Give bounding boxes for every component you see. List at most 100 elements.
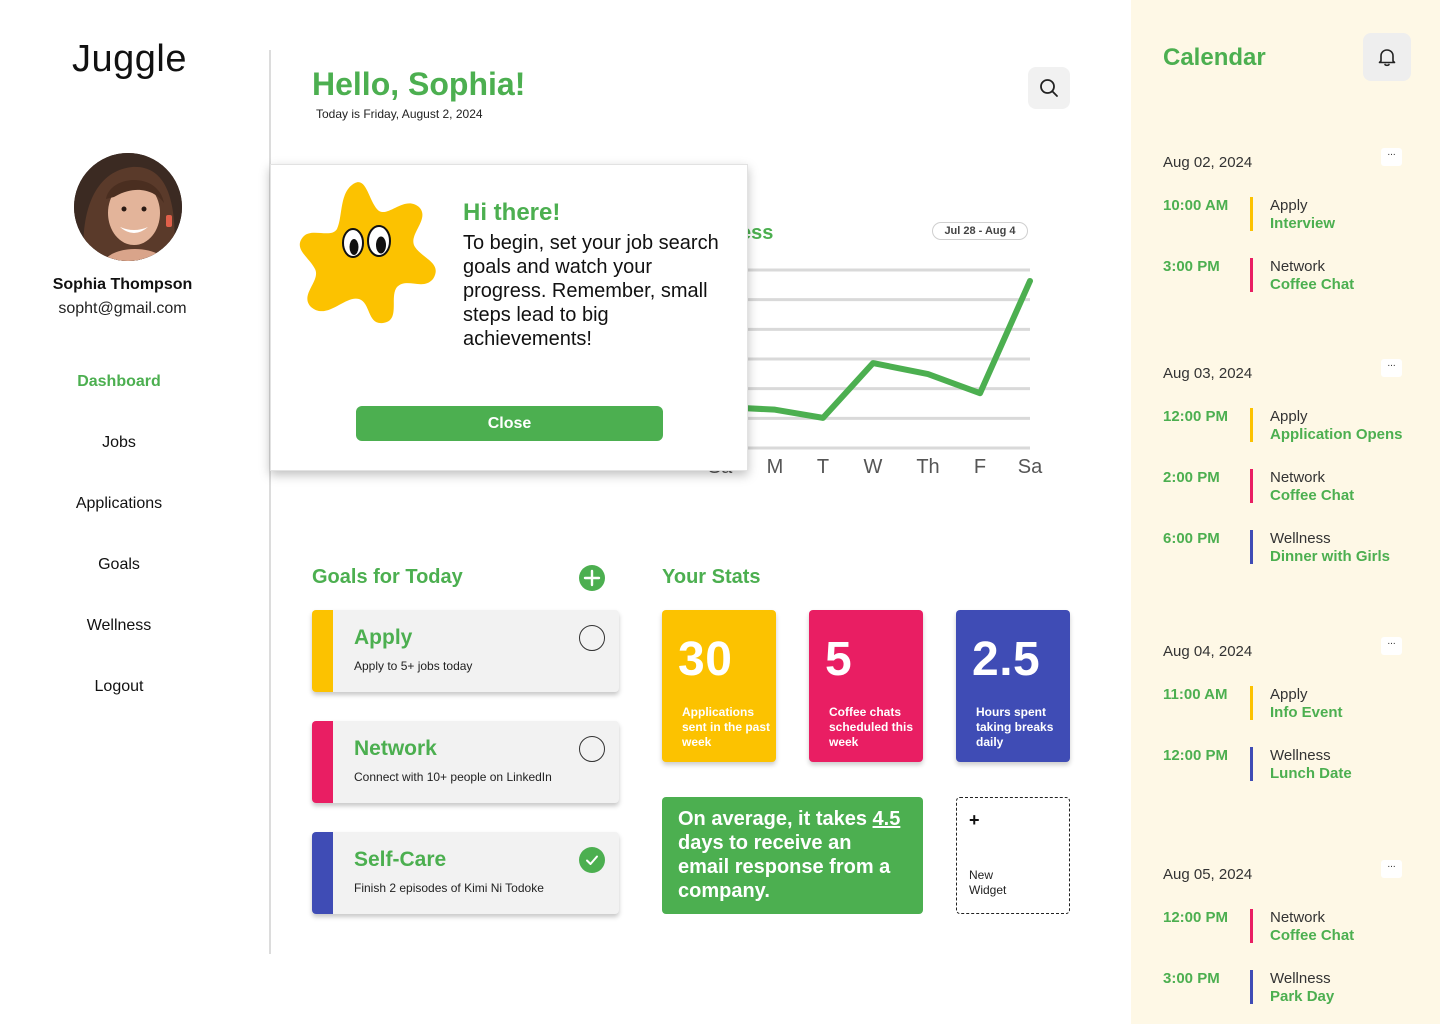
calendar-title: Calendar <box>1163 44 1266 71</box>
add-goal-button[interactable] <box>579 565 605 591</box>
goal-color-bar <box>312 721 333 803</box>
sidebar-item-jobs[interactable]: Jobs <box>0 433 238 494</box>
event-title: Application Opens <box>1270 426 1403 443</box>
new-widget-label: New Widget <box>969 868 1007 897</box>
event-category: Apply <box>1270 408 1308 425</box>
event-category-bar <box>1250 747 1253 781</box>
calendar-panel: Calendar Aug 02, 2024... 10:00 AM Apply Int… <box>1131 0 1440 1024</box>
goal-card-self-care[interactable]: Self-Care Finish 2 episodes of Kimi Ni T… <box>312 832 619 914</box>
sidebar-nav: Dashboard Jobs Applications Goals Wellne… <box>0 372 238 738</box>
chart-x-tick-label: M <box>767 456 784 478</box>
stat-value: 30 <box>678 633 733 686</box>
event-category: Apply <box>1270 686 1308 703</box>
event-category-bar <box>1250 408 1253 442</box>
day-more-button[interactable]: ... <box>1381 148 1402 166</box>
goal-checkbox-checked[interactable] <box>579 847 605 873</box>
event-category: Wellness <box>1270 747 1331 764</box>
event-category-bar <box>1250 686 1253 720</box>
event-title: Coffee Chat <box>1270 276 1355 293</box>
app-logo[interactable]: Juggle <box>72 38 187 81</box>
goal-card-network[interactable]: Network Connect with 10+ people on Linke… <box>312 721 619 803</box>
event-category-bar <box>1250 970 1253 1004</box>
modal-body: To begin, set your job search goals and … <box>463 232 719 350</box>
day-more-button[interactable]: ... <box>1381 860 1402 878</box>
goal-checkbox[interactable] <box>579 625 605 651</box>
calendar-event[interactable]: 12:00 PM Apply Application Opens <box>1163 408 1433 448</box>
calendar-event[interactable]: 12:00 PM Wellness Lunch Date <box>1163 747 1433 787</box>
stat-card-applications[interactable]: 30 Applications sent in the past week <box>662 610 776 762</box>
sidebar-item-goals[interactable]: Goals <box>0 555 238 616</box>
event-title: Coffee Chat <box>1270 927 1355 944</box>
event-time: 11:00 AM <box>1163 686 1228 703</box>
calendar-event[interactable]: 11:00 AM Apply Info Event <box>1163 686 1433 726</box>
modal-title: Hi there! <box>463 199 561 226</box>
avg-days-value: 4.5 <box>872 808 901 830</box>
check-icon <box>586 855 598 865</box>
date-range-badge[interactable]: Jul 28 - Aug 4 <box>932 222 1028 240</box>
calendar-event[interactable]: 12:00 PM Network Coffee Chat <box>1163 909 1433 949</box>
plus-icon: + <box>969 810 980 830</box>
calendar-day-date: Aug 05, 2024 <box>1163 866 1253 883</box>
goal-description: Finish 2 episodes of Kimi Ni Todoke <box>354 881 544 895</box>
search-icon <box>1040 79 1058 97</box>
user-name: Sophia Thompson <box>52 276 193 293</box>
calendar-event[interactable]: 2:00 PM Network Coffee Chat <box>1163 469 1433 509</box>
date-line: Today is Friday, August 2, 2024 <box>316 107 483 121</box>
bell-icon <box>1378 49 1396 67</box>
event-category: Apply <box>1270 197 1308 214</box>
event-category-bar <box>1250 530 1253 564</box>
day-more-button[interactable]: ... <box>1381 637 1402 655</box>
sidebar-item-dashboard[interactable]: Dashboard <box>0 372 238 433</box>
goal-card-apply[interactable]: Apply Apply to 5+ jobs today <box>312 610 619 692</box>
close-button[interactable]: Close <box>356 406 663 441</box>
goal-title: Apply <box>354 626 413 649</box>
calendar-event[interactable]: 6:00 PM Wellness Dinner with Girls <box>1163 530 1433 570</box>
calendar-event[interactable]: 3:00 PM Wellness Park Day <box>1163 970 1433 1010</box>
app-root: Juggle Sophia Thompson sopht@gmail.com D… <box>0 0 1440 1024</box>
stat-card-coffee-chats[interactable]: 5 Coffee chats scheduled this week <box>809 610 923 762</box>
stat-value: 5 <box>825 633 853 686</box>
event-category: Wellness <box>1270 970 1331 987</box>
stat-label: Applications sent in the past week <box>682 705 771 749</box>
goal-color-bar <box>312 610 333 692</box>
sidebar-item-wellness[interactable]: Wellness <box>0 616 238 677</box>
calendar-event[interactable]: 10:00 AM Apply Interview <box>1163 197 1433 237</box>
stats-section-title: Your Stats <box>662 566 761 588</box>
calendar-day-date: Aug 03, 2024 <box>1163 365 1253 382</box>
event-category: Network <box>1270 909 1326 926</box>
notifications-button[interactable] <box>1363 33 1411 81</box>
goal-title: Self-Care <box>354 848 447 871</box>
chart-series-line <box>717 277 1033 421</box>
event-category-bar <box>1250 197 1253 231</box>
goal-color-bar <box>312 832 333 914</box>
event-title: Interview <box>1270 215 1336 232</box>
search-button[interactable] <box>1028 67 1070 109</box>
event-category-bar <box>1250 469 1253 503</box>
event-title: Dinner with Girls <box>1270 548 1391 565</box>
chart-x-tick-label: W <box>864 456 883 478</box>
page-title: Hello, Sophia! <box>312 66 526 102</box>
avatar[interactable] <box>74 153 182 261</box>
event-title: Lunch Date <box>1270 765 1352 782</box>
new-widget-button[interactable]: + New Widget <box>956 797 1070 914</box>
avatar-photo <box>74 153 182 261</box>
calendar-day-date: Aug 02, 2024 <box>1163 154 1253 171</box>
event-time: 2:00 PM <box>1163 469 1220 486</box>
goal-title: Network <box>354 737 437 760</box>
day-more-button[interactable]: ... <box>1381 359 1402 377</box>
event-title: Park Day <box>1270 988 1335 1005</box>
event-category: Network <box>1270 469 1326 486</box>
event-time: 12:00 PM <box>1163 408 1229 425</box>
sidebar-item-applications[interactable]: Applications <box>0 494 238 555</box>
event-time: 10:00 AM <box>1163 197 1229 214</box>
goal-checkbox[interactable] <box>579 736 605 762</box>
event-time: 3:00 PM <box>1163 258 1220 275</box>
calendar-event[interactable]: 3:00 PM Network Coffee Chat <box>1163 258 1433 298</box>
avg-text-after: days to receive an email response from a… <box>678 832 891 902</box>
chart-x-tick-label: Th <box>916 456 939 478</box>
chart-x-tick-label: F <box>974 456 986 478</box>
stat-label: Coffee chats scheduled this week <box>829 705 914 749</box>
stat-card-break-hours[interactable]: 2.5 Hours spent taking breaks daily <box>956 610 1070 762</box>
sidebar-item-logout[interactable]: Logout <box>0 677 238 738</box>
goal-description: Apply to 5+ jobs today <box>354 659 473 673</box>
